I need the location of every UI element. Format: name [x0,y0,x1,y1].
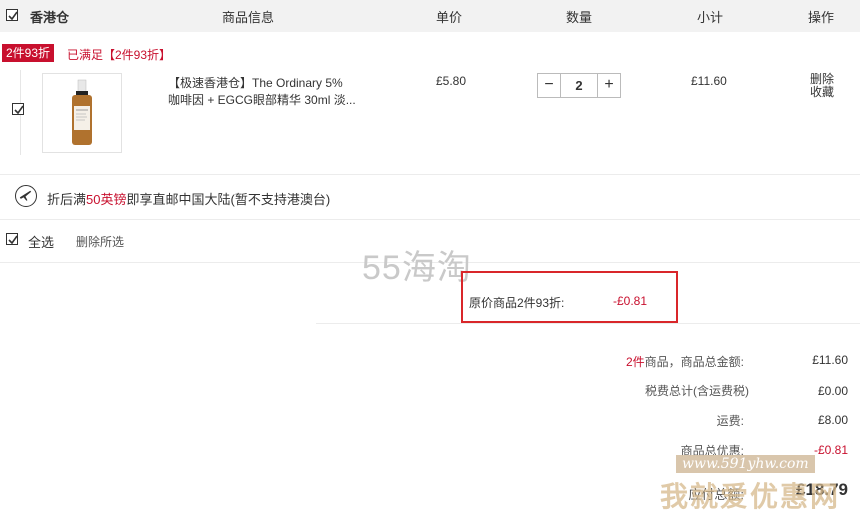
goods-total-label: 2件商品，商品总金额: [544,353,744,370]
item-actions: 删除 收藏 [810,73,834,99]
column-header-actions: 操作 [808,10,835,25]
summary-divider [316,323,860,324]
column-header-subtotal: 小计 [697,10,724,25]
product-bottle-image [72,79,92,145]
cart-header: 香港仓 商品信息 单价 数量 小计 操作 [0,0,860,33]
goods-total-value: £11.60 [812,353,848,367]
select-all-label[interactable]: 全选 [28,232,54,251]
quantity-input[interactable]: 2 [560,74,598,97]
favorite-link[interactable]: 收藏 [810,86,834,99]
delete-selected-button[interactable]: 删除所选 [76,233,124,250]
shipping-text-prefix: 折后满 [47,192,87,207]
discount-label: 原价商品2件93折: [469,296,565,310]
item-subtotal: £11.60 [691,74,727,88]
select-all-checkbox[interactable] [6,233,18,245]
tax-value: £0.00 [817,384,848,398]
product-thumbnail[interactable] [42,73,122,153]
tax-label: 税费总计(含运费税) [645,384,749,398]
column-header-quantity: 数量 [566,10,593,25]
item-count: 2件 [625,355,645,369]
promo-badge: 2件93折 [2,44,55,62]
url-watermark: www.591yhw.com [676,455,815,473]
unit-price: £5.80 [436,74,467,88]
promo-status: 已满足【2件93折】 [67,48,172,62]
goods-total-text: 商品，商品总金额: [644,355,744,369]
shipping-text-suffix: 即享直邮中国大陆(暂不支持港澳台) [126,192,331,207]
quantity-decrease-button[interactable]: − [538,74,560,97]
shipping-text: 折后满50英镑即享直邮中国大陆(暂不支持港澳台) [47,189,330,208]
quantity-stepper: − 2 + [537,73,621,98]
item-checkbox[interactable] [12,103,24,115]
airplane-icon [15,185,37,207]
warehouse-label: 香港仓 [30,10,70,25]
quantity-increase-button[interactable]: + [598,74,620,97]
shipping-threshold: 50英镑 [86,192,127,207]
warehouse-checkbox[interactable] [6,9,18,21]
slogan-watermark: 我就爱优惠网 [660,481,841,512]
product-title-link[interactable]: 【极速香港仓】The Ordinary 5% 咖啡因 + EGCG眼部精华 30… [168,75,358,109]
shipping-fee-value: £8.00 [817,413,848,427]
column-header-info: 商品信息 [222,10,275,25]
discount-value: -£0.81 [613,294,648,308]
shipping-fee-label: 运费: [716,414,744,428]
site-watermark: 55海淘 [362,249,472,287]
column-header-price: 单价 [436,10,463,25]
